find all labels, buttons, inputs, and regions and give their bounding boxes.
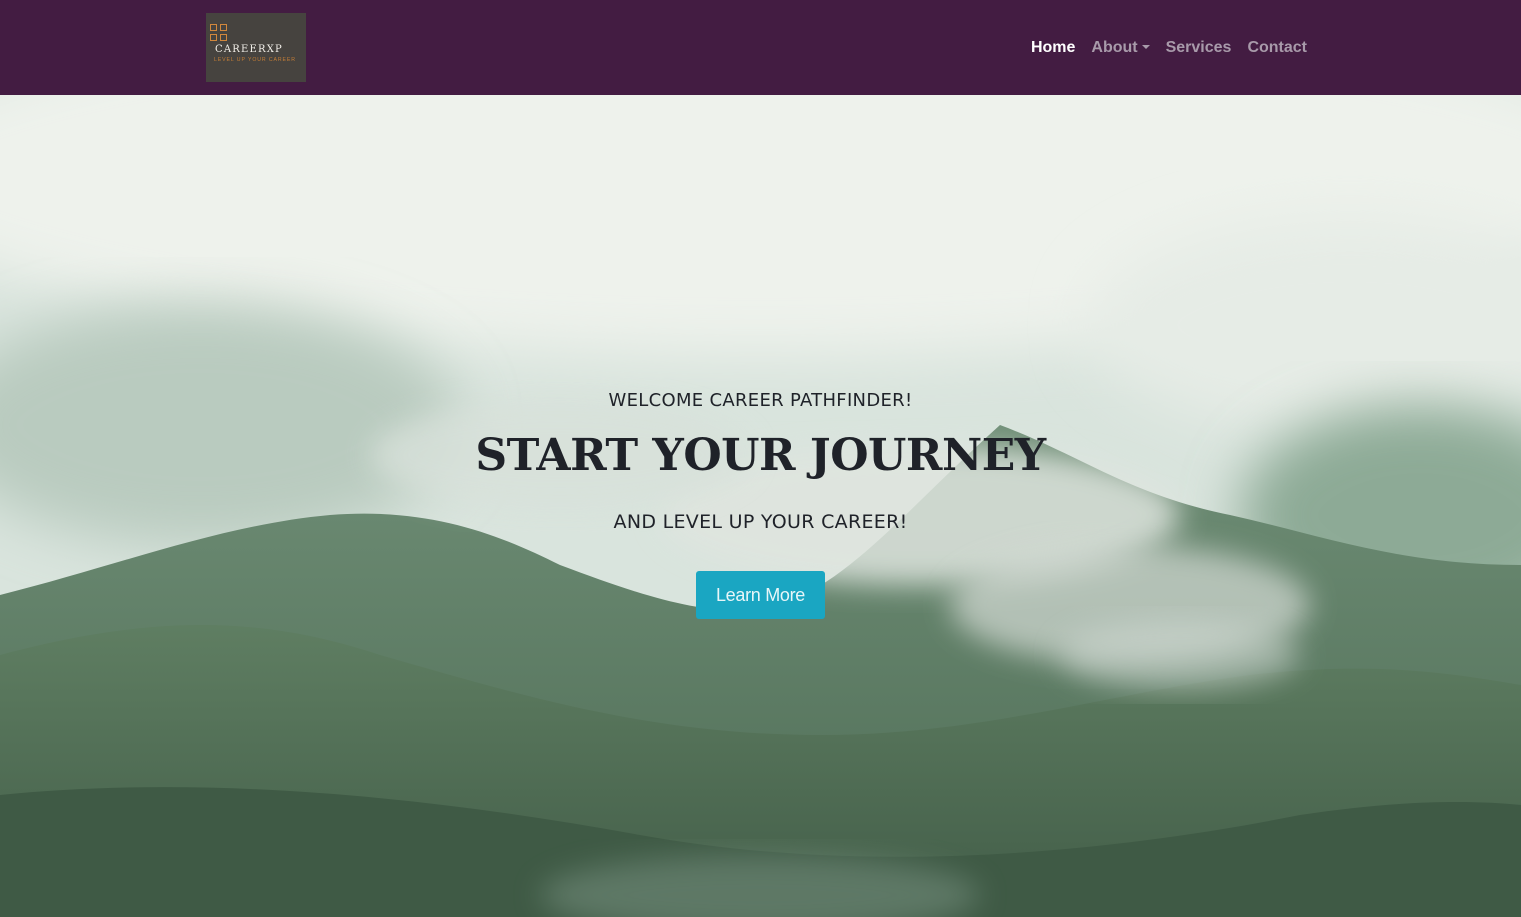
nav-item-services[interactable]: Services (1166, 39, 1232, 57)
hero-headline: START YOUR JOURNEY (475, 430, 1046, 481)
hero-section: WELCOME CAREER PATHFINDER! START YOUR JO… (0, 95, 1521, 917)
hero-welcome-text: WELCOME CAREER PATHFINDER! (608, 390, 913, 411)
learn-more-button[interactable]: Learn More (696, 571, 825, 619)
grid-icon (210, 24, 228, 42)
nav-item-about-label: About (1091, 39, 1138, 56)
navbar: CAREERXP LEVEL UP YOUR CAREER Home About… (0, 0, 1521, 95)
caret-down-icon (1141, 45, 1150, 49)
brand-tagline: LEVEL UP YOUR CAREER (214, 57, 296, 63)
brand-name: CAREERXP (215, 44, 283, 55)
nav-item-about[interactable]: About (1091, 39, 1150, 57)
hero-content: WELCOME CAREER PATHFINDER! START YOUR JO… (0, 390, 1521, 619)
brand-logo[interactable]: CAREERXP LEVEL UP YOUR CAREER (206, 13, 306, 82)
hero-subheadline: AND LEVEL UP YOUR CAREER! (613, 511, 908, 533)
nav-item-home[interactable]: Home (1031, 39, 1075, 57)
nav-menu: Home About Services Contact (1031, 37, 1307, 59)
nav-item-contact[interactable]: Contact (1247, 39, 1307, 57)
